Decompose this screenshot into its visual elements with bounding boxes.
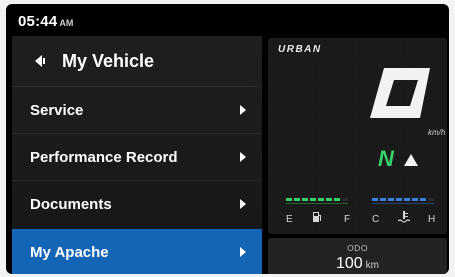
- temp-cold-label: C: [372, 214, 380, 225]
- odometer-panel: ODO 100 km: [268, 238, 447, 274]
- temperature-gauge-bar: [372, 198, 434, 204]
- menu-item-my-apache[interactable]: My Apache: [12, 229, 262, 274]
- speed-digit: [370, 68, 430, 118]
- menu-item-performance-record[interactable]: Performance Record: [12, 133, 262, 180]
- infotainment-screen: 05:44 AM My Vehicle Service Performance R…: [6, 4, 449, 274]
- menu-item-label: Service: [30, 101, 84, 119]
- coolant-temperature-icon: [397, 211, 411, 226]
- menu-item-label: Performance Record: [30, 148, 178, 166]
- chevron-right-icon: [240, 105, 246, 115]
- speed-readout: [286, 68, 434, 204]
- odometer-value-row: 100 km: [268, 255, 447, 273]
- clock-ampm: AM: [59, 18, 74, 28]
- menu-header: My Vehicle: [12, 36, 262, 86]
- vehicle-menu-panel: My Vehicle Service Performance Record Do…: [12, 36, 262, 274]
- gear-up-arrow-icon: [404, 154, 418, 166]
- menu-item-documents[interactable]: Documents: [12, 180, 262, 227]
- chevron-right-icon: [240, 199, 246, 209]
- clock-time: 05:44: [18, 13, 58, 30]
- fuel-gauge-bar: [286, 198, 348, 204]
- speed-unit: km/h: [428, 128, 446, 137]
- gear-indicator: N: [378, 146, 394, 171]
- fuel-pump-icon: [312, 211, 322, 226]
- odometer-label: ODO: [347, 243, 368, 253]
- menu-item-label: Documents: [30, 195, 112, 213]
- menu-item-service[interactable]: Service: [12, 86, 262, 133]
- odometer-value: 100: [335, 255, 363, 272]
- menu-item-label: My Apache: [30, 243, 109, 261]
- chevron-right-icon: [240, 152, 246, 162]
- fuel-full-label: F: [344, 214, 351, 225]
- back-icon[interactable]: [30, 51, 50, 71]
- chevron-right-icon: [240, 247, 246, 257]
- temp-hot-label: H: [428, 214, 436, 225]
- page-title: My Vehicle: [62, 50, 155, 71]
- odometer-unit: km: [365, 260, 380, 271]
- fuel-empty-label: E: [286, 214, 293, 225]
- status-bar: 05:44 AM: [18, 13, 73, 31]
- dashboard-preview: URBAN km/h N E F C H: [268, 38, 447, 234]
